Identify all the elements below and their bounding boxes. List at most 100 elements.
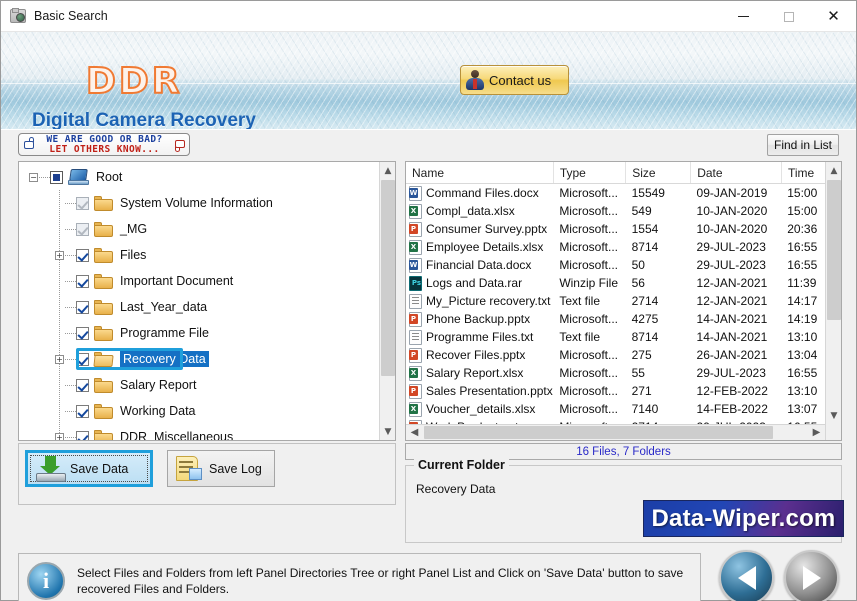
list-vertical-scrollbar[interactable]: ▲ ▼ bbox=[825, 162, 841, 440]
file-name-cell: X Voucher_details.xlsx bbox=[406, 401, 553, 417]
file-name-cell: P Sales Presentation.pptx bbox=[406, 383, 553, 399]
file-list-row[interactable]: X Compl_data.xlsx Microsoft... 549 10-JAN-20… bbox=[406, 202, 825, 220]
file-type-cell: Microsoft... bbox=[559, 222, 618, 236]
tree-item-files[interactable]: + Files bbox=[19, 242, 379, 268]
file-list-row[interactable]: Programme Files.txt Text file 8714 14-JAN-2… bbox=[406, 328, 825, 346]
tree-item-salary-report[interactable]: Salary Report bbox=[19, 372, 379, 398]
list-scroll-thumb[interactable] bbox=[827, 180, 841, 320]
file-list-row[interactable]: P Sales Presentation.pptx Microsoft... 271 1… bbox=[406, 382, 825, 400]
expand-icon[interactable]: + bbox=[55, 433, 64, 440]
file-list-row[interactable]: P Consumer Survey.pptx Microsoft... 1554 10-… bbox=[406, 220, 825, 238]
tree-indent bbox=[24, 320, 77, 346]
list-scroll-down-icon[interactable]: ▼ bbox=[826, 407, 841, 424]
expand-icon[interactable]: + bbox=[55, 355, 64, 364]
xlsx-file-icon: X bbox=[409, 239, 422, 255]
tree-indent: + bbox=[24, 346, 77, 372]
list-horizontal-scrollbar[interactable]: ◀ ▶ bbox=[406, 424, 825, 440]
next-button[interactable] bbox=[784, 550, 839, 601]
column-header-type[interactable]: Type bbox=[554, 162, 627, 183]
file-size-cell: 549 bbox=[631, 204, 652, 218]
file-list-row[interactable]: X Voucher_details.xlsx Microsoft... 7140 14-… bbox=[406, 400, 825, 418]
list-scroll-right-icon[interactable]: ▶ bbox=[808, 425, 825, 440]
file-size-cell: 55 bbox=[631, 366, 645, 380]
tree-item-checkbox[interactable] bbox=[76, 404, 89, 418]
tree-item-checkbox[interactable] bbox=[76, 378, 89, 392]
tree-item-checkbox[interactable] bbox=[76, 248, 89, 262]
docx-file-icon: W bbox=[409, 185, 422, 201]
tree-item--mg[interactable]: _MG bbox=[19, 216, 379, 242]
find-in-list-button[interactable]: Find in List bbox=[767, 134, 839, 156]
tree-scroll-up-icon[interactable]: ▲ bbox=[380, 162, 395, 179]
save-log-label: Save Log bbox=[209, 461, 262, 476]
collapse-icon[interactable]: − bbox=[29, 173, 38, 182]
file-size-cell: 8714 bbox=[631, 330, 659, 344]
tree-item-checkbox[interactable] bbox=[76, 352, 89, 366]
tree-item-checkbox[interactable] bbox=[76, 430, 89, 440]
person-icon bbox=[465, 70, 485, 90]
file-list-row[interactable]: Ps Logs and Data.rar Winzip File 56 12-JAN-2… bbox=[406, 274, 825, 292]
tree-item-system-volume-information[interactable]: System Volume Information bbox=[19, 190, 379, 216]
close-button[interactable]: ✕ bbox=[811, 1, 856, 32]
tree-scroll-down-icon[interactable]: ▼ bbox=[380, 423, 395, 440]
tree-item-last-year-data[interactable]: Last_Year_data bbox=[19, 294, 379, 320]
rate-us-badge[interactable]: WE ARE GOOD OR BAD? LET OTHERS KNOW... bbox=[18, 133, 190, 156]
list-scroll-up-icon[interactable]: ▲ bbox=[826, 162, 841, 179]
tree-item-checkbox[interactable] bbox=[76, 300, 89, 314]
file-list-row[interactable]: W Financial Data.docx Microsoft... 50 29-JUL… bbox=[406, 256, 825, 274]
file-time-cell: 13:07 bbox=[787, 402, 818, 416]
camera-icon bbox=[10, 8, 26, 23]
contact-us-button[interactable]: Contact us bbox=[460, 65, 569, 95]
file-time-cell: 11:39 bbox=[787, 276, 817, 290]
file-type-cell: Microsoft... bbox=[559, 402, 618, 416]
list-hscroll-thumb[interactable] bbox=[424, 426, 773, 439]
file-name-text: Sales Presentation.pptx bbox=[426, 384, 553, 398]
tree-guide-line bbox=[59, 372, 60, 398]
tree-item-programme-file[interactable]: Programme File bbox=[19, 320, 379, 346]
tree-item-root[interactable]: − Root bbox=[19, 164, 379, 190]
column-header-name[interactable]: Name bbox=[406, 162, 554, 183]
file-type-cell: Microsoft... bbox=[559, 312, 618, 326]
file-list-row[interactable]: P Phone Backup.pptx Microsoft... 4275 14-JAN… bbox=[406, 310, 825, 328]
directory-tree[interactable]: − Root System Volume Information _MG + Files I… bbox=[19, 162, 379, 440]
column-header-time[interactable]: Time bbox=[782, 162, 826, 183]
tree-item-checkbox[interactable] bbox=[50, 170, 63, 184]
file-name-text: Financial Data.docx bbox=[426, 258, 532, 272]
tree-item-working-data[interactable]: Working Data bbox=[19, 398, 379, 424]
save-log-button[interactable]: Save Log bbox=[167, 450, 275, 487]
file-list-row[interactable]: My_Picture recovery.txt Text file 2714 12-J… bbox=[406, 292, 825, 310]
list-scroll-left-icon[interactable]: ◀ bbox=[406, 425, 423, 440]
column-header-date[interactable]: Date bbox=[691, 162, 782, 183]
current-folder-legend: Current Folder bbox=[414, 458, 509, 472]
xlsx-file-icon: X bbox=[409, 401, 422, 417]
file-list-row[interactable]: P Recover Files.pptx Microsoft... 275 26-JAN… bbox=[406, 346, 825, 364]
tree-item-checkbox[interactable] bbox=[76, 196, 89, 210]
tree-item-ddr-miscellaneous[interactable]: + DDR_Miscellaneous bbox=[19, 424, 379, 440]
tree-scroll-thumb[interactable] bbox=[381, 180, 395, 376]
file-date-cell: 14-JAN-2021 bbox=[696, 330, 768, 344]
save-data-button[interactable]: Save Data bbox=[25, 450, 153, 487]
file-list-row[interactable]: X Salary Report.xlsx Microsoft... 55 29-JUL-… bbox=[406, 364, 825, 382]
previous-button[interactable] bbox=[719, 550, 774, 601]
tree-item-checkbox[interactable] bbox=[76, 274, 89, 288]
minimize-button[interactable] bbox=[721, 1, 766, 32]
file-list-panel[interactable]: Name Type Size Date Time W Command Files.docx… bbox=[405, 161, 842, 441]
tree-item-checkbox[interactable] bbox=[76, 222, 89, 236]
folder-icon bbox=[94, 195, 113, 211]
file-list-row[interactable]: X Employee Details.xlsx Microsoft... 8714 29… bbox=[406, 238, 825, 256]
next-arrow-icon bbox=[802, 565, 821, 590]
expand-icon[interactable]: + bbox=[55, 251, 64, 260]
file-time-cell: 16:55 bbox=[787, 366, 818, 380]
maximize-button[interactable] bbox=[766, 1, 811, 32]
tree-item-checkbox[interactable] bbox=[76, 326, 89, 340]
app-banner: DDR Digital Camera Recovery Contact us bbox=[1, 32, 856, 129]
directory-tree-panel[interactable]: − Root System Volume Information _MG + Files I… bbox=[18, 161, 396, 441]
file-time-cell: 15:00 bbox=[787, 186, 818, 200]
column-header-size[interactable]: Size bbox=[626, 162, 692, 183]
file-list-rows[interactable]: W Command Files.docx Microsoft... 15549 09-J… bbox=[406, 184, 825, 424]
file-date-cell: 10-JAN-2020 bbox=[696, 204, 768, 218]
file-list-row[interactable]: W Command Files.docx Microsoft... 15549 09-J… bbox=[406, 184, 825, 202]
tree-item-recovery-data[interactable]: + Recovery Data bbox=[19, 346, 379, 372]
tree-item-important-document[interactable]: Important Document bbox=[19, 268, 379, 294]
tree-vertical-scrollbar[interactable]: ▲ ▼ bbox=[379, 162, 395, 440]
file-name-text: Programme Files.txt bbox=[426, 330, 534, 344]
